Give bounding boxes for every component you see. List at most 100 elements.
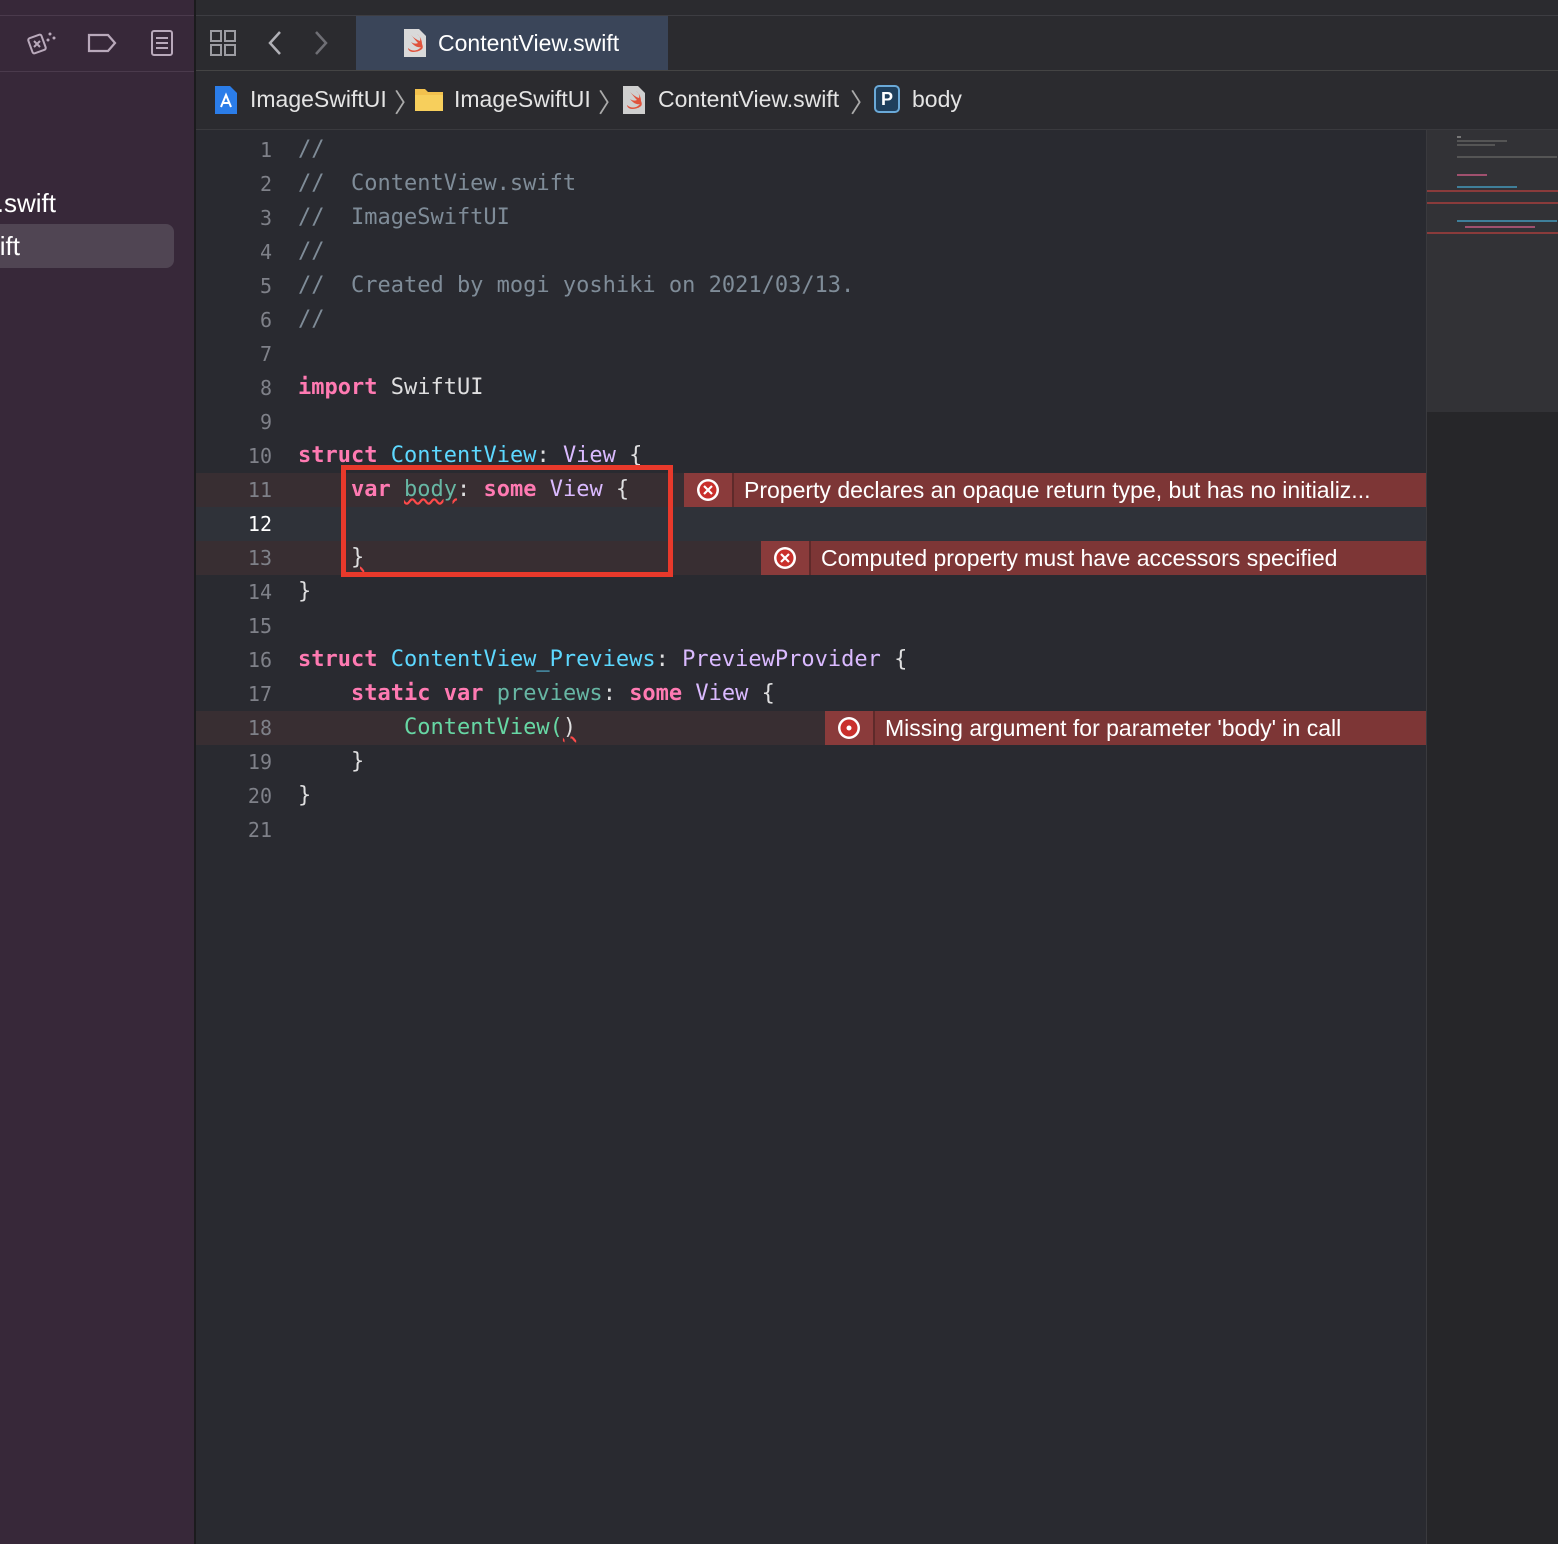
breadcrumb-chevron-icon: 〉 xyxy=(850,88,877,118)
breadcrumb-folder[interactable]: ImageSwiftUI xyxy=(454,86,591,113)
code-text: // xyxy=(298,137,325,162)
code-line[interactable]: 5 // Created by mogi yoshiki on 2021/03/… xyxy=(196,269,1426,303)
minimap-line xyxy=(1465,226,1535,228)
code-text: } xyxy=(298,579,312,604)
code-line[interactable]: 15 xyxy=(196,609,1426,643)
line-number: 8 xyxy=(259,376,272,400)
sidebar-file-label: ift xyxy=(0,231,20,261)
breadcrumb-chevron-icon: 〉 xyxy=(598,88,625,118)
minimap[interactable] xyxy=(1426,130,1558,1544)
code-line[interactable]: 9 xyxy=(196,405,1426,439)
sidebar-file-label: p.swift xyxy=(0,188,56,218)
back-icon[interactable] xyxy=(260,28,292,58)
swift-file-icon[interactable] xyxy=(622,85,646,115)
punct: : xyxy=(655,647,683,672)
error-message: Computed property must have accessors sp… xyxy=(821,545,1338,571)
code-line[interactable]: 21 xyxy=(196,813,1426,847)
type-name: ContentView_Previews xyxy=(390,647,656,672)
sidebar-file-item-selected[interactable]: ift xyxy=(0,224,174,268)
line-number: 19 xyxy=(247,750,272,774)
code-text: struct ContentView_Previews: PreviewProv… xyxy=(298,643,907,677)
line-number: 6 xyxy=(259,308,272,332)
error-icon-box xyxy=(825,711,875,745)
breadcrumb-file[interactable]: ContentView.swift xyxy=(658,86,839,113)
error-x-icon xyxy=(774,547,796,569)
keyword: import xyxy=(298,375,378,400)
project-icon[interactable] xyxy=(214,85,238,115)
punct: { xyxy=(880,647,908,672)
breakpoint-icon[interactable] xyxy=(86,28,118,58)
line-number: 7 xyxy=(259,342,272,366)
code-line[interactable]: 7 xyxy=(196,337,1426,371)
punct: : xyxy=(602,681,630,706)
error-banner[interactable]: Computed property must have accessors sp… xyxy=(761,541,1426,575)
property-badge-icon[interactable]: P xyxy=(874,85,900,113)
code-line[interactable]: 3 // ImageSwiftUI xyxy=(196,201,1426,235)
code-editor[interactable]: 1 // 2 // ContentView.swift 3 // ImageSw… xyxy=(196,130,1426,1544)
line-number: 12 xyxy=(247,512,272,536)
code-line[interactable]: 19 } xyxy=(196,745,1426,779)
report-icon[interactable] xyxy=(146,28,178,58)
breadcrumb-symbol[interactable]: body xyxy=(912,86,962,113)
minimap-line xyxy=(1457,156,1557,158)
grid-icon[interactable] xyxy=(208,28,240,58)
code-line[interactable]: 17 static var previews: some View { xyxy=(196,677,1426,711)
line-number: 13 xyxy=(247,546,272,570)
error-banner[interactable]: Missing argument for parameter 'body' in… xyxy=(825,711,1426,745)
code-line[interactable]: 14 } xyxy=(196,575,1426,609)
error-message: Missing argument for parameter 'body' in… xyxy=(885,715,1342,741)
code-line[interactable]: 4 // xyxy=(196,235,1426,269)
code-line[interactable]: 8 import SwiftUI xyxy=(196,371,1426,405)
error-banner[interactable]: Property declares an opaque return type,… xyxy=(684,473,1426,507)
highlight-box xyxy=(341,465,673,577)
line-number: 5 xyxy=(259,274,272,298)
minimap-error-line xyxy=(1427,190,1558,192)
line-number: 17 xyxy=(247,682,272,706)
module-name: SwiftUI xyxy=(377,375,484,400)
line-number: 18 xyxy=(247,716,272,740)
error-icon-box xyxy=(684,473,734,507)
folder-icon[interactable] xyxy=(414,86,444,112)
minimap-viewport[interactable] xyxy=(1427,130,1558,412)
punct: ) xyxy=(562,715,577,740)
minimap-error-line xyxy=(1427,202,1558,204)
sidebar-file-item[interactable]: p.swift xyxy=(0,181,174,225)
keyword: struct xyxy=(298,647,378,672)
line-number: 20 xyxy=(247,784,272,808)
tab-label: ContentView.swift xyxy=(438,30,620,56)
minimap-line xyxy=(1457,140,1507,142)
minimap-line xyxy=(1457,186,1517,188)
minimap-error-line xyxy=(1427,232,1558,234)
line-number: 11 xyxy=(247,478,272,502)
code-text: // xyxy=(298,307,325,332)
line-number: 3 xyxy=(259,206,272,230)
breadcrumb: ImageSwiftUI 〉 ImageSwiftUI 〉 ContentVie… xyxy=(196,71,1558,130)
code-line[interactable]: 16 struct ContentView_Previews: PreviewP… xyxy=(196,643,1426,677)
code-text: // ContentView.swift xyxy=(298,171,577,196)
line-number: 1 xyxy=(259,138,272,162)
error-message: Property declares an opaque return type,… xyxy=(744,477,1371,503)
line-number: 21 xyxy=(247,818,272,842)
error-icon-box xyxy=(761,541,811,575)
minimap-line xyxy=(1457,220,1557,222)
forward-icon[interactable] xyxy=(304,28,336,58)
line-number: 2 xyxy=(259,172,272,196)
navigator-sidebar: p.swift ift xyxy=(0,0,196,1544)
line-number: 10 xyxy=(247,444,272,468)
code-text: } xyxy=(298,745,364,779)
minimap-line xyxy=(1457,174,1487,176)
code-line[interactable]: 2 // ContentView.swift xyxy=(196,167,1426,201)
code-line[interactable]: 6 // xyxy=(196,303,1426,337)
code-line[interactable]: 20 } xyxy=(196,779,1426,813)
code-line[interactable]: 1 // xyxy=(196,133,1426,167)
error-x-icon xyxy=(697,479,719,501)
keyword: var xyxy=(443,681,484,706)
tab-content-view[interactable]: ContentView.swift xyxy=(356,16,668,70)
code-text: static var previews: some View { xyxy=(298,677,775,711)
code-text: // ImageSwiftUI xyxy=(298,205,510,230)
test-navigator-icon[interactable] xyxy=(26,28,58,58)
tab-bar: ContentView.swift xyxy=(196,0,1558,71)
line-number: 15 xyxy=(247,614,272,638)
breadcrumb-project[interactable]: ImageSwiftUI xyxy=(250,86,387,113)
code-text: // xyxy=(298,239,325,264)
